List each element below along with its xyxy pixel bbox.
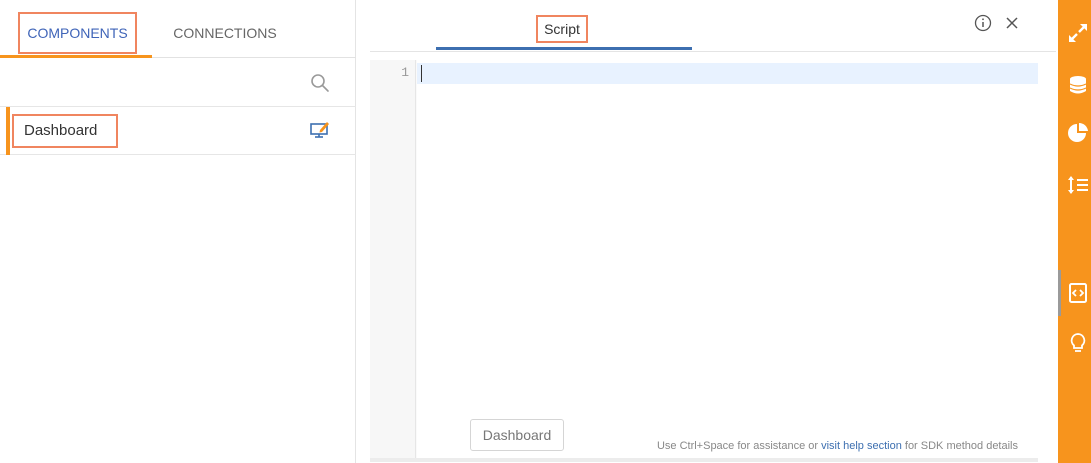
tab-components[interactable]: COMPONENTS: [18, 12, 137, 54]
tab-connections[interactable]: CONNECTIONS: [160, 12, 290, 54]
database-icon[interactable]: [1067, 74, 1089, 96]
component-label: Dashboard: [12, 114, 118, 148]
panel-tabs: COMPONENTS CONNECTIONS: [0, 0, 356, 58]
script-header: Script: [370, 0, 1056, 52]
close-icon[interactable]: [1003, 14, 1021, 32]
panel-divider: [357, 0, 370, 463]
search-icon[interactable]: [310, 73, 330, 93]
line-number: 1: [401, 65, 409, 80]
active-line: [417, 63, 1038, 84]
lightbulb-icon[interactable]: [1067, 332, 1089, 354]
help-hint: Use Ctrl+Space for assistance or visit h…: [657, 440, 1018, 452]
monitor-edit-icon[interactable]: [310, 121, 330, 139]
help-suffix: for SDK method details: [901, 440, 1018, 452]
line-gutter: 1: [370, 60, 416, 458]
script-icon[interactable]: [1067, 282, 1089, 304]
help-prefix: Use Ctrl+Space for assistance or: [656, 440, 822, 452]
components-panel: COMPONENTS CONNECTIONS Dashboard: [0, 0, 356, 463]
search-bar: [0, 59, 356, 107]
component-item-dashboard[interactable]: Dashboard: [0, 107, 356, 155]
selected-indicator: [6, 107, 10, 155]
horizontal-scrollbar[interactable]: [370, 458, 1038, 462]
help-section-link[interactable]: visit help section: [821, 440, 902, 452]
text-cursor: [421, 65, 422, 82]
code-area[interactable]: Dashboard Use Ctrl+Space for assistance …: [417, 60, 1038, 458]
sort-list-icon[interactable]: [1067, 174, 1089, 196]
dashboard-context-button[interactable]: Dashboard: [470, 419, 564, 451]
active-tab-indicator: [0, 55, 152, 58]
active-tab-indicator: [436, 47, 692, 50]
expand-icon[interactable]: [1067, 22, 1089, 44]
script-panel: Script 1 Dashboard Use Ctrl+Space for as…: [370, 0, 1056, 463]
info-icon[interactable]: [973, 13, 993, 33]
script-editor[interactable]: 1 Dashboard Use Ctrl+Space for assistanc…: [370, 60, 1038, 462]
pie-chart-icon[interactable]: [1067, 122, 1089, 144]
right-toolbar: [1058, 0, 1091, 463]
tab-script[interactable]: Script: [536, 15, 588, 43]
active-tool-indicator: [1058, 270, 1061, 316]
